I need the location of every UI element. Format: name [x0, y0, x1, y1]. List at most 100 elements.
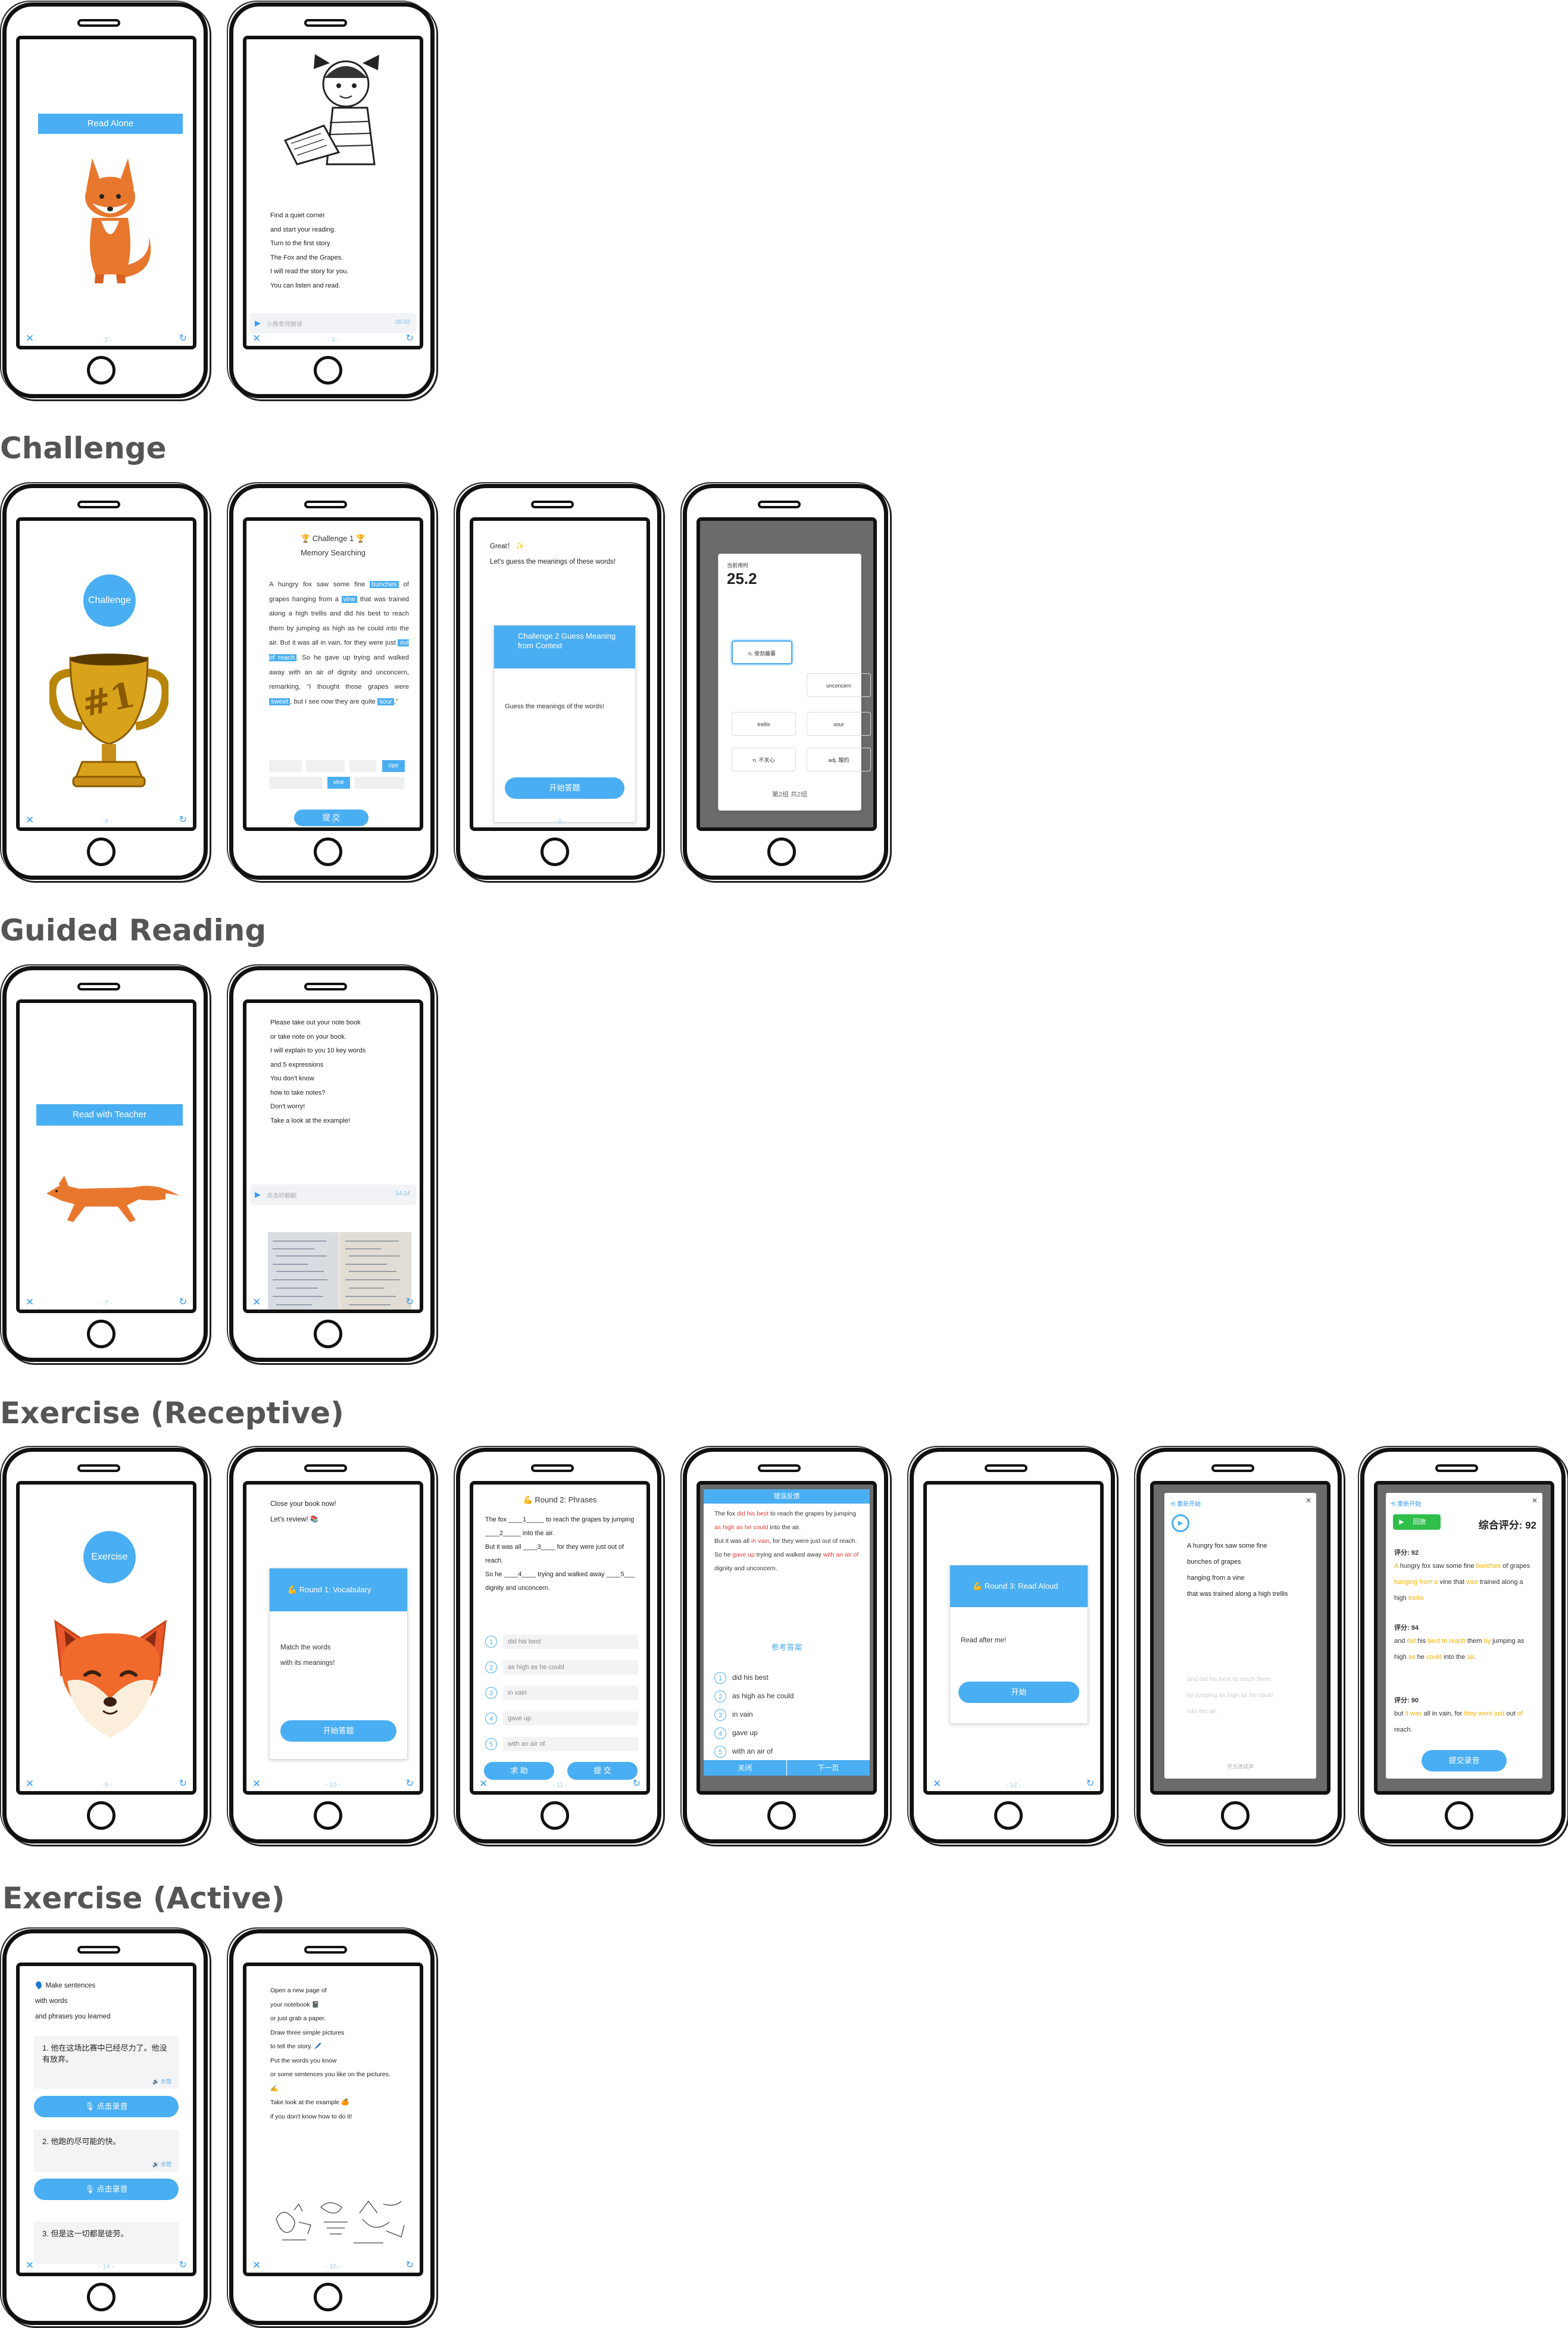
record-indicator-icon[interactable]: ▶: [1172, 1514, 1189, 1532]
audio-player[interactable]: ▶ 点击听翻翻 14:14: [250, 1185, 416, 1205]
word-chip[interactable]: vine: [327, 777, 350, 789]
playback-button[interactable]: ▶ 回放: [1393, 1514, 1441, 1530]
footer-bar: ✕ - 10 - ↻: [250, 1777, 416, 1790]
speaker-icon[interactable]: 🔊 示范: [152, 2077, 171, 2085]
answer-chip[interactable]: sweet: [269, 698, 291, 705]
refresh-icon[interactable]: ↻: [406, 1777, 414, 1789]
match-option[interactable]: n. 使劲藤蔓: [732, 640, 792, 664]
challenge-card: Challenge 2 Guess Meaning from Context G…: [493, 625, 636, 823]
word-slot[interactable]: [349, 760, 376, 772]
record-button[interactable]: 🎙 点击录音: [34, 2179, 179, 2200]
footer-bar: ✕ - 3 - ↻: [250, 332, 416, 345]
section-title-guided-reading: Guided Reading: [0, 913, 267, 948]
footer-bar: ✕ - 15 - ↻: [250, 2258, 416, 2271]
home-button: [314, 2283, 342, 2311]
speaker-icon[interactable]: 🔊 示范: [152, 2160, 171, 2168]
start-button[interactable]: 开始答题: [280, 1720, 396, 1742]
phrase-option[interactable]: 1 did his best: [485, 1633, 638, 1650]
phone-frame-8: Please take out your note book or take n…: [229, 966, 435, 1362]
footer-bar: ✕ - 4 - ↻: [23, 813, 189, 826]
word-slot[interactable]: [269, 777, 323, 789]
start-button[interactable]: 开始答题: [505, 777, 624, 799]
screen-exercise-intro: Exercise ✕ - 9 - ↻: [16, 1481, 196, 1795]
round-card: 💪 Round 1: Vocabulary Match the words wi…: [269, 1568, 408, 1760]
home-button: [87, 2283, 115, 2311]
audio-player[interactable]: ▶ 小熊老师朗读 05:02: [250, 313, 416, 333]
fox-running-illustration: [46, 1176, 180, 1222]
restart-link[interactable]: ⟲ 重新开始: [1170, 1499, 1201, 1508]
close-button[interactable]: 关闭: [704, 1760, 787, 1776]
refresh-icon[interactable]: ↻: [179, 332, 187, 344]
read-with-teacher-bar[interactable]: Read with Teacher: [36, 1104, 183, 1126]
word-chip[interactable]: ripe: [382, 760, 405, 772]
record-button[interactable]: 🎙 点击录音: [34, 2096, 179, 2117]
restart-link[interactable]: ⟲ 重新开始: [1391, 1499, 1421, 1508]
upcoming-text: and did his best to reach them by jumpin…: [1187, 1676, 1273, 1715]
match-option[interactable]: trellis: [732, 712, 796, 736]
refresh-icon[interactable]: ↻: [179, 1777, 187, 1789]
screen-note-taking: Please take out your note book or take n…: [243, 999, 423, 1313]
reference-answer-title: 参考答案: [771, 1643, 802, 1652]
home-button: [87, 1320, 115, 1348]
refresh-icon[interactable]: ↻: [1086, 1777, 1094, 1789]
timer-label: 当前用时: [727, 563, 749, 568]
phone-frame-4: Challenge #1 ✕ - 4 - ↻: [2, 484, 208, 880]
sentence-score: 评分: 90: [1394, 1697, 1419, 1704]
refresh-icon[interactable]: ↻: [633, 1777, 641, 1789]
challenge-badge[interactable]: Challenge: [83, 574, 136, 627]
phrase-option[interactable]: 4 gave up: [485, 1710, 638, 1727]
read-alone-bar[interactable]: Read Alone: [38, 114, 183, 134]
phone-frame-2: Read Alone ✕ - 2 - ↻: [2, 2, 208, 398]
footer-bar: ✕ - 14 - ↻: [23, 2258, 189, 2271]
answer-chip[interactable]: vine: [341, 595, 358, 603]
phrase-option[interactable]: 2 as high as he could: [485, 1659, 638, 1676]
match-option[interactable]: unconcern: [807, 673, 871, 697]
start-button[interactable]: 开始: [958, 1682, 1079, 1703]
close-icon[interactable]: ✕: [252, 1296, 261, 1308]
answer-chip[interactable]: bunches: [370, 581, 399, 588]
close-icon[interactable]: ✕: [1305, 1496, 1311, 1505]
word-slot[interactable]: [306, 760, 345, 772]
play-icon[interactable]: ▶: [255, 318, 261, 328]
match-option[interactable]: sour: [807, 712, 871, 736]
refresh-icon[interactable]: ↻: [179, 2259, 187, 2271]
speaker-grill: [304, 983, 347, 990]
restart-icon: ⟲: [1170, 1501, 1176, 1508]
refresh-icon[interactable]: ↻: [406, 2259, 414, 2271]
home-button: [994, 1801, 1023, 1830]
match-option[interactable]: n. 不关心: [732, 748, 796, 771]
submit-recording-button[interactable]: 提交录音: [1422, 1750, 1507, 1771]
recording-modal: ⟲ 重新开始 ✕ ▶ A hungry fox saw some fine bu…: [1164, 1493, 1316, 1779]
word-slot[interactable]: [269, 760, 302, 772]
section-title-exercise-receptive: Exercise (Receptive): [0, 1396, 344, 1430]
phrase-option[interactable]: 3 in vain: [485, 1685, 638, 1701]
phone-frame-6: Great！ ✨ Let's guess the meanings of the…: [456, 484, 661, 880]
speaker-grill: [77, 1464, 120, 1472]
round-card: 💪 Round 3: Read Aloud Read after me! 开始: [949, 1565, 1088, 1724]
match-option[interactable]: adj. 酸的: [807, 748, 871, 771]
phone-frame-5: 🏆 Challenge 1 🏆 Memory Searching A hungr…: [229, 484, 435, 880]
audio-label: 点击听翻翻: [267, 1193, 296, 1199]
next-button[interactable]: 下一页: [786, 1760, 870, 1776]
section-title-challenge: Challenge: [0, 431, 167, 465]
answer-row: 5 with an air of: [714, 1743, 861, 1760]
footer-bar: ✕ - 7 - ↻: [23, 1295, 189, 1308]
refresh-icon[interactable]: ↻: [406, 1296, 414, 1308]
home-button: [541, 1801, 569, 1830]
trophy-illustration: #1: [49, 654, 168, 788]
screen-matching-modal: 当前用时 25.2 n. 使劲藤蔓 unconcern trellis sour…: [696, 517, 877, 831]
close-icon[interactable]: ✕: [1532, 1496, 1538, 1505]
phrase-option[interactable]: 5 with an air of: [485, 1736, 638, 1752]
footer-bar: - 5 -: [250, 813, 416, 826]
play-icon[interactable]: ▶: [255, 1190, 261, 1199]
card-title: 💪 Round 3: Read Aloud: [950, 1565, 1088, 1607]
page-number: - 3 -: [327, 336, 339, 343]
answer-chip[interactable]: sour: [377, 698, 394, 705]
refresh-icon[interactable]: ↻: [406, 332, 414, 344]
refresh-icon[interactable]: ↻: [179, 1296, 187, 1308]
refresh-icon[interactable]: ↻: [179, 814, 187, 826]
speaker-grill: [985, 1464, 1027, 1472]
word-slot[interactable]: [355, 777, 405, 789]
exercise-badge[interactable]: Exercise: [83, 1531, 136, 1583]
page-number: - 9 -: [100, 1782, 113, 1789]
